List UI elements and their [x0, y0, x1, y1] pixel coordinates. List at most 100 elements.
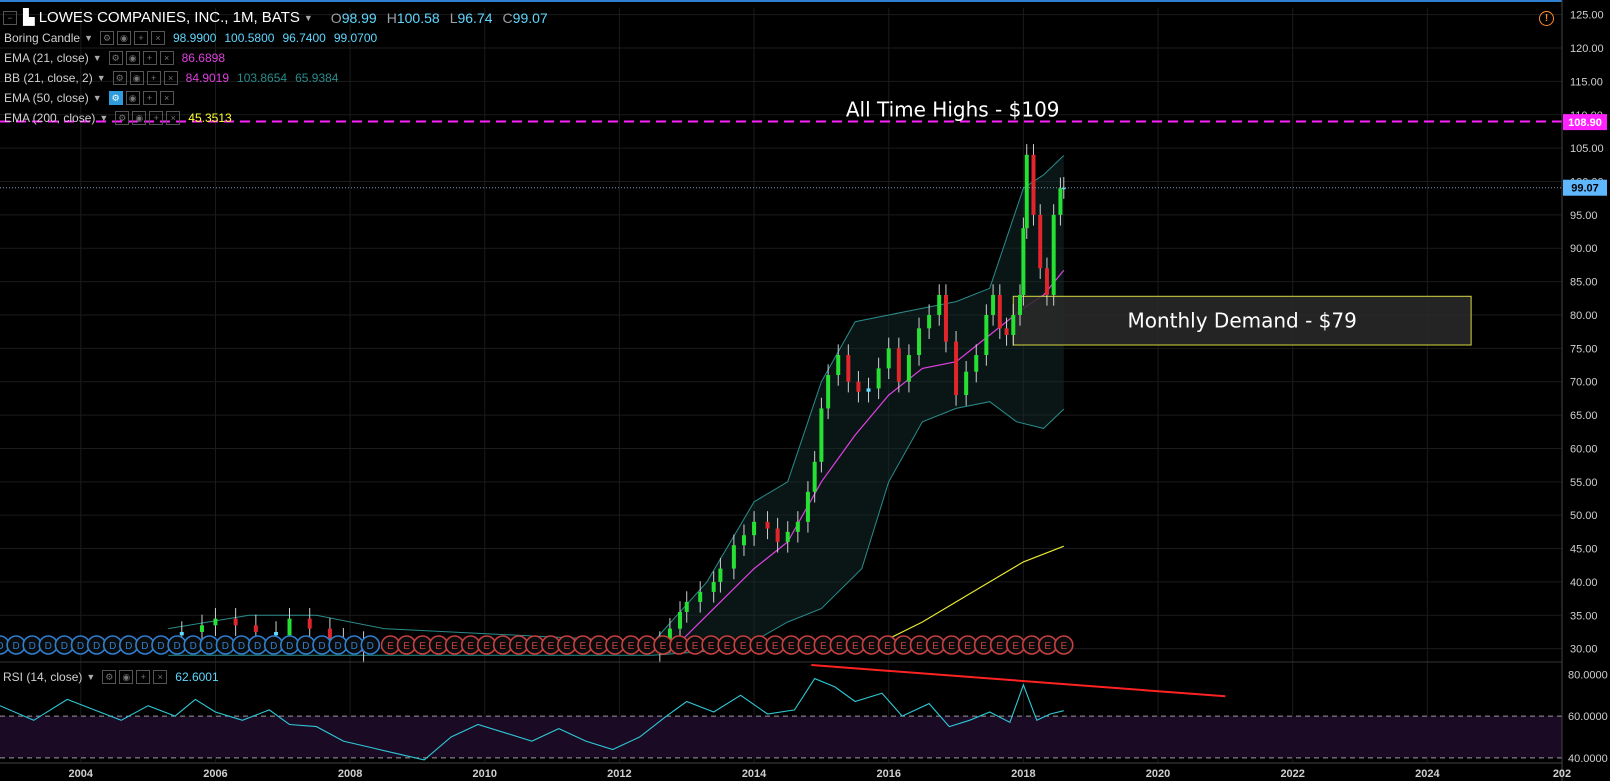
chevron-down-icon[interactable]: ▼: [93, 48, 102, 68]
time-tick-label: 2024: [1415, 768, 1440, 780]
eye-icon[interactable]: ◉: [129, 71, 144, 85]
chevron-down-icon[interactable]: ▼: [304, 8, 313, 28]
earnings-marker-label: E: [820, 641, 827, 652]
time-tick-label: 2010: [473, 768, 497, 780]
earnings-marker-label: E: [900, 641, 907, 652]
earnings-marker-label: E: [916, 641, 923, 652]
candle: [937, 294, 942, 315]
settings-icon[interactable]: ⚙: [102, 670, 117, 684]
bollinger-band-fill: [653, 155, 1064, 656]
earnings-marker-label: E: [467, 641, 474, 652]
chevron-down-icon[interactable]: ▼: [97, 68, 106, 88]
symbol-title[interactable]: ▙ LOWES COMPANIES, INC., 1M, BATS: [23, 8, 300, 28]
chevron-down-icon[interactable]: ▼: [93, 88, 102, 108]
candle: [846, 355, 851, 382]
settings-icon[interactable]: ⚙: [112, 71, 127, 85]
candle: [741, 535, 746, 546]
indicator-value: 98.9900: [172, 31, 217, 45]
plus-icon[interactable]: +: [136, 670, 151, 684]
earnings-marker-label: E: [515, 641, 522, 652]
plus-icon[interactable]: +: [142, 91, 157, 105]
plus-icon[interactable]: +: [149, 111, 164, 125]
indicator-label[interactable]: BB (21, close, 2): [4, 68, 93, 88]
dividend-marker-label: D: [0, 641, 4, 652]
time-tick-label: 2022: [1280, 768, 1304, 780]
earnings-marker-label: E: [403, 641, 410, 652]
indicator-label[interactable]: EMA (200, close): [4, 108, 95, 128]
indicator-value: 99.0700: [333, 31, 378, 45]
ohlc-value: 96.74: [457, 10, 493, 26]
earnings-marker-label: E: [387, 641, 394, 652]
earnings-marker-label: E: [980, 641, 987, 652]
dividend-marker-label: D: [141, 641, 148, 652]
rsi-label[interactable]: RSI (14, close): [3, 667, 82, 687]
candle: [1018, 294, 1023, 315]
chevron-down-icon[interactable]: ▼: [84, 28, 93, 48]
earnings-marker-label: E: [804, 641, 811, 652]
eye-icon[interactable]: ◉: [125, 51, 140, 65]
settings-icon[interactable]: ⚙: [115, 111, 130, 125]
time-tick-label: 2016: [876, 768, 900, 780]
candle: [199, 625, 204, 632]
plus-icon[interactable]: +: [133, 31, 148, 45]
indicator-label[interactable]: EMA (21, close): [4, 48, 89, 68]
earnings-marker-label: E: [419, 641, 426, 652]
earnings-marker-label: E: [547, 641, 554, 652]
chevron-down-icon[interactable]: ▼: [86, 667, 95, 687]
candle: [698, 591, 703, 602]
close-icon[interactable]: ×: [159, 51, 174, 65]
candle: [287, 618, 292, 636]
rsi-tick-label: 60.0000: [1568, 711, 1608, 723]
close-icon[interactable]: ×: [153, 670, 168, 684]
settings-icon[interactable]: ⚙: [99, 31, 114, 45]
chevron-down-icon[interactable]: ▼: [99, 108, 108, 128]
candle: [253, 625, 258, 632]
settings-icon[interactable]: ⚙: [108, 91, 123, 105]
rsi-tick-label: 40.0000: [1568, 753, 1608, 765]
price-tick-label: 30.00: [1570, 644, 1598, 656]
time-tick-label: 2018: [1011, 768, 1035, 780]
indicator-value: 96.7400: [282, 31, 326, 45]
price-tick-label: 35.00: [1570, 610, 1598, 622]
ohlc-value: 99.07: [512, 10, 548, 26]
plus-icon[interactable]: +: [142, 51, 157, 65]
close-icon[interactable]: ×: [150, 31, 165, 45]
time-tick-label: 202: [1553, 768, 1571, 780]
close-icon[interactable]: ×: [159, 91, 174, 105]
price-tick-label: 50.00: [1570, 510, 1598, 522]
earnings-marker-label: E: [756, 641, 763, 652]
price-tick-label: 45.00: [1570, 544, 1598, 556]
eye-icon[interactable]: ◉: [125, 91, 140, 105]
price-tick-label: 105.00: [1570, 143, 1604, 155]
dividend-marker-label: D: [254, 641, 261, 652]
symbol-name: LOWES COMPANIES, INC., 1M, BATS: [38, 9, 300, 26]
indicator-label[interactable]: EMA (50, close): [4, 88, 89, 108]
rsi-trendline: [811, 664, 1226, 698]
eye-icon[interactable]: ◉: [116, 31, 131, 45]
earnings-marker-label: E: [660, 641, 667, 652]
earnings-marker-label: E: [596, 641, 603, 652]
eye-icon[interactable]: ◉: [132, 111, 147, 125]
eye-icon[interactable]: ◉: [119, 670, 134, 684]
legend-title-row: − ▙ LOWES COMPANIES, INC., 1M, BATS ▼ O9…: [0, 8, 558, 28]
time-tick-label: 2020: [1146, 768, 1170, 780]
time-tick-label: 2014: [742, 768, 767, 780]
dividend-marker-label: D: [93, 641, 100, 652]
dividend-marker-label: D: [302, 641, 309, 652]
candle: [917, 328, 922, 356]
candle: [836, 355, 841, 376]
settings-icon[interactable]: ⚙: [108, 51, 123, 65]
alert-icon[interactable]: !: [1539, 11, 1554, 26]
dividend-marker-label: D: [45, 641, 52, 652]
earnings-marker-label: E: [884, 641, 891, 652]
collapse-icon[interactable]: −: [3, 11, 17, 25]
indicator-label[interactable]: Boring Candle: [4, 28, 80, 48]
candle: [1038, 214, 1043, 269]
earnings-marker-label: E: [964, 641, 971, 652]
indicator-row: BB (21, close, 2) ▼ ⚙ ◉ + × 84.9019 103.8654 65.…: [0, 68, 558, 88]
close-icon[interactable]: ×: [163, 71, 178, 85]
close-icon[interactable]: ×: [166, 111, 181, 125]
candle: [896, 348, 901, 382]
plus-icon[interactable]: +: [146, 71, 161, 85]
candle: [991, 294, 996, 315]
